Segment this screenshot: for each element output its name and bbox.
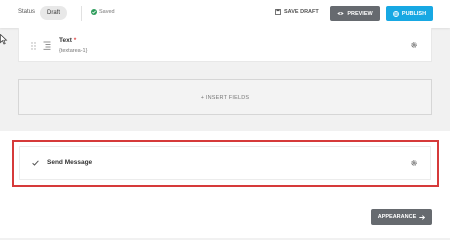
- arrow-right-icon: [419, 214, 426, 220]
- field-title-text: Text: [59, 37, 72, 44]
- insert-fields-button[interactable]: + INSERT FIELDS: [18, 79, 432, 115]
- highlight-box: [12, 140, 439, 187]
- top-bar: Status Draft Saved SAVE DRAFT PREVIEW PU…: [0, 0, 450, 28]
- gear-icon[interactable]: [411, 42, 417, 48]
- publish-button[interactable]: PUBLISH: [386, 6, 433, 21]
- save-draft-icon: [275, 9, 281, 15]
- document-icon: [43, 41, 51, 50]
- saved-status-text: Saved: [99, 9, 115, 15]
- cursor-icon: [0, 34, 8, 45]
- save-draft-button[interactable]: SAVE DRAFT: [275, 9, 319, 15]
- appearance-label: APPEARANCE: [377, 214, 417, 220]
- preview-label: PREVIEW: [347, 10, 373, 17]
- divider: [81, 6, 82, 21]
- form-field-card[interactable]: Text * {textarea-1}: [18, 28, 432, 62]
- status-badge[interactable]: Draft: [40, 6, 68, 20]
- preview-button[interactable]: PREVIEW: [330, 6, 380, 21]
- drag-handle-icon[interactable]: [31, 42, 36, 50]
- field-title: Text *: [59, 37, 76, 44]
- saved-check-icon: [91, 9, 97, 15]
- required-mark: *: [73, 37, 77, 44]
- eye-icon: [337, 11, 345, 16]
- appearance-button[interactable]: APPEARANCE: [371, 209, 432, 225]
- save-draft-label: SAVE DRAFT: [284, 9, 319, 15]
- publish-label: PUBLISH: [401, 10, 427, 17]
- globe-icon: [392, 10, 399, 17]
- field-id: {textarea-1}: [59, 48, 88, 54]
- status-label: Status: [18, 9, 36, 15]
- insert-fields-label: + INSERT FIELDS: [200, 95, 250, 101]
